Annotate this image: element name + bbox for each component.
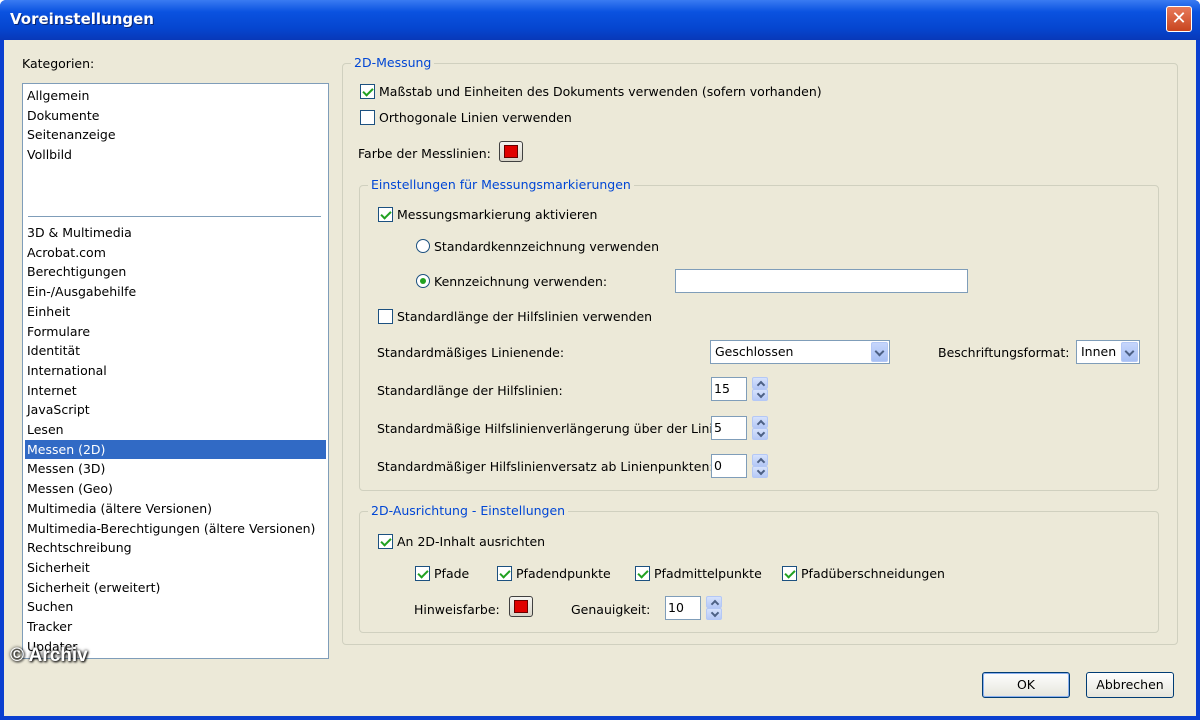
sidebar-item[interactable]: Einheit: [25, 302, 326, 321]
orthogonal-lines-checkbox[interactable]: [360, 110, 375, 125]
precision-label: Genauigkeit:: [571, 602, 651, 617]
window-title: Voreinstellungen: [10, 10, 154, 28]
sidebar-item[interactable]: Acrobat.com: [25, 243, 326, 262]
sidebar-item[interactable]: Tracker: [25, 617, 326, 636]
title-bar[interactable]: Voreinstellungen ✕: [0, 0, 1200, 40]
sidebar-item[interactable]: Lesen: [25, 420, 326, 439]
sidebar-item[interactable]: JavaScript: [25, 400, 326, 419]
spin-down-icon[interactable]: [752, 428, 768, 440]
chevron-down-icon[interactable]: [1121, 342, 1138, 362]
spin-down-icon[interactable]: [752, 389, 768, 401]
path-endpoints-checkbox[interactable]: [497, 566, 512, 581]
default-guide-length-label: Standardlänge der Hilfslinien verwenden: [397, 309, 653, 324]
group-markierungen: Einstellungen für Messungsmarkierungen: [359, 177, 1159, 491]
sidebar-item[interactable]: Rechtschreibung: [25, 538, 326, 557]
sidebar-item[interactable]: Berechtigungen: [25, 262, 326, 281]
categories-label: Kategorien:: [22, 56, 95, 71]
paths-label: Pfade: [434, 566, 470, 581]
close-button[interactable]: ✕: [1166, 6, 1192, 32]
list-separator: [28, 216, 321, 217]
cancel-button[interactable]: Abbrechen: [1086, 672, 1174, 698]
sidebar-item[interactable]: Messen (3D): [25, 459, 326, 478]
hint-color-label: Hinweisfarbe:: [414, 602, 500, 617]
enable-markup-checkbox[interactable]: [378, 207, 393, 222]
spin-up-icon[interactable]: [752, 377, 768, 389]
spin-down-icon[interactable]: [752, 466, 768, 478]
custom-label-input[interactable]: [675, 269, 968, 293]
caption-format-label: Beschriftungsformat:: [938, 345, 1070, 360]
sidebar-item[interactable]: International: [25, 361, 326, 380]
close-icon: ✕: [1171, 8, 1187, 29]
snap-2d-checkbox[interactable]: [378, 534, 393, 549]
line-end-value: Geschlossen: [715, 344, 794, 359]
line-end-select[interactable]: Geschlossen: [710, 340, 890, 364]
line-end-label: Standardmäßiges Linienende:: [377, 345, 565, 360]
guide-length-input[interactable]: 15: [711, 377, 747, 401]
spin-up-icon[interactable]: [752, 416, 768, 428]
scale-units-checkbox[interactable]: [360, 84, 375, 99]
orthogonal-lines-label: Orthogonale Linien verwenden: [379, 110, 572, 125]
guide-offset-label: Standardmäßiger Hilfslinienversatz ab Li…: [377, 459, 714, 474]
snap-2d-label: An 2D-Inhalt ausrichten: [397, 534, 546, 549]
measure-line-color-swatch: [504, 145, 518, 158]
measure-line-color-label: Farbe der Messlinien:: [358, 146, 491, 161]
preferences-window: Voreinstellungen ✕ Kategorien: Allgemein…: [0, 0, 1200, 720]
guide-extension-input[interactable]: 5: [711, 416, 747, 440]
standard-label-radio-label: Standardkennzeichnung verwenden: [434, 239, 659, 254]
paths-checkbox[interactable]: [415, 566, 430, 581]
sidebar-item[interactable]: Multimedia-Berechtigungen (ältere Versio…: [25, 519, 326, 538]
custom-label-radio-label: Kennzeichnung verwenden:: [434, 274, 608, 289]
guide-length-label: Standardlänge der Hilfslinien:: [377, 383, 563, 398]
spin-up-icon[interactable]: [706, 596, 722, 608]
sidebar-item[interactable]: Seitenanzeige: [25, 125, 326, 144]
sidebar-item[interactable]: Ein-/Ausgabehilfe: [25, 282, 326, 301]
sidebar-item[interactable]: Suchen: [25, 597, 326, 616]
guide-length-stepper[interactable]: [752, 377, 768, 401]
path-endpoints-label: Pfadendpunkte: [516, 566, 611, 581]
standard-label-radio[interactable]: [416, 239, 430, 253]
legend-markierungen: Einstellungen für Messungsmarkierungen: [368, 177, 634, 192]
watermark-text: © Archiv: [10, 645, 88, 666]
sidebar-item[interactable]: Sicherheit (erweitert): [25, 578, 326, 597]
custom-label-radio[interactable]: [416, 274, 430, 288]
legend-ausrichtung: 2D-Ausrichtung - Einstellungen: [368, 503, 569, 518]
default-guide-length-checkbox[interactable]: [378, 309, 393, 324]
guide-offset-stepper[interactable]: [752, 454, 768, 478]
hint-color-swatch: [514, 600, 528, 613]
sidebar-item[interactable]: Allgemein: [25, 86, 326, 105]
categories-list[interactable]: Allgemein Dokumente Seitenanzeige Vollbild …: [22, 83, 329, 659]
spin-up-icon[interactable]: [752, 454, 768, 466]
precision-stepper[interactable]: [706, 596, 722, 620]
ok-button[interactable]: OK: [982, 672, 1070, 698]
hint-color-button[interactable]: [509, 596, 533, 617]
precision-input[interactable]: 10: [665, 596, 701, 620]
sidebar-item[interactable]: Formulare: [25, 322, 326, 341]
sidebar-item[interactable]: Messen (2D): [25, 439, 326, 459]
sidebar-item[interactable]: Vollbild: [25, 145, 326, 164]
path-midpoints-checkbox[interactable]: [635, 566, 650, 581]
caption-format-value: Innen: [1081, 344, 1117, 359]
path-midpoints-label: Pfadmittelpunkte: [654, 566, 762, 581]
sidebar-item[interactable]: Multimedia (ältere Versionen): [25, 499, 326, 518]
guide-extension-stepper[interactable]: [752, 416, 768, 440]
dialog-body: Kategorien: Allgemein Dokumente Seitenanze…: [4, 40, 1196, 716]
path-intersections-checkbox[interactable]: [782, 566, 797, 581]
sidebar-item[interactable]: 3D & Multimedia: [25, 223, 326, 242]
chevron-down-icon[interactable]: [871, 342, 888, 362]
sidebar-item[interactable]: Dokumente: [25, 106, 326, 125]
measure-line-color-button[interactable]: [499, 141, 523, 162]
sidebar-item[interactable]: Sicherheit: [25, 558, 326, 577]
guide-offset-input[interactable]: 0: [711, 454, 747, 478]
sidebar-item[interactable]: Messen (Geo): [25, 479, 326, 498]
sidebar-item[interactable]: Internet: [25, 381, 326, 400]
sidebar-item[interactable]: Identität: [25, 341, 326, 360]
legend-2d-messung: 2D-Messung: [351, 55, 435, 70]
scale-units-label: Maßstab und Einheiten des Dokuments verw…: [379, 84, 822, 99]
spin-down-icon[interactable]: [706, 608, 722, 620]
caption-format-select[interactable]: Innen: [1076, 340, 1140, 364]
enable-markup-label: Messungsmarkierung aktivieren: [397, 207, 598, 222]
guide-extension-label: Standardmäßige Hilfslinienverlängerung ü…: [377, 421, 725, 436]
path-intersections-label: Pfadüberschneidungen: [801, 566, 945, 581]
